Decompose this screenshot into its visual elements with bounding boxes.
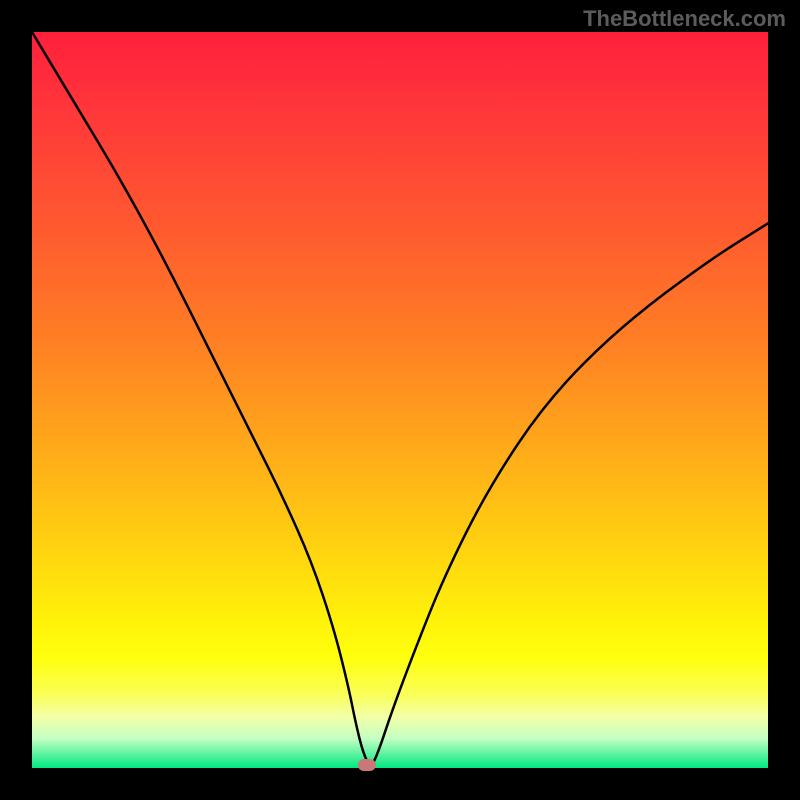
marker-icon [358, 759, 376, 771]
chart-container: TheBottleneck.com [0, 0, 800, 800]
bottleneck-chart [0, 0, 800, 800]
watermark-text: TheBottleneck.com [583, 6, 786, 32]
plot-background [32, 32, 768, 768]
